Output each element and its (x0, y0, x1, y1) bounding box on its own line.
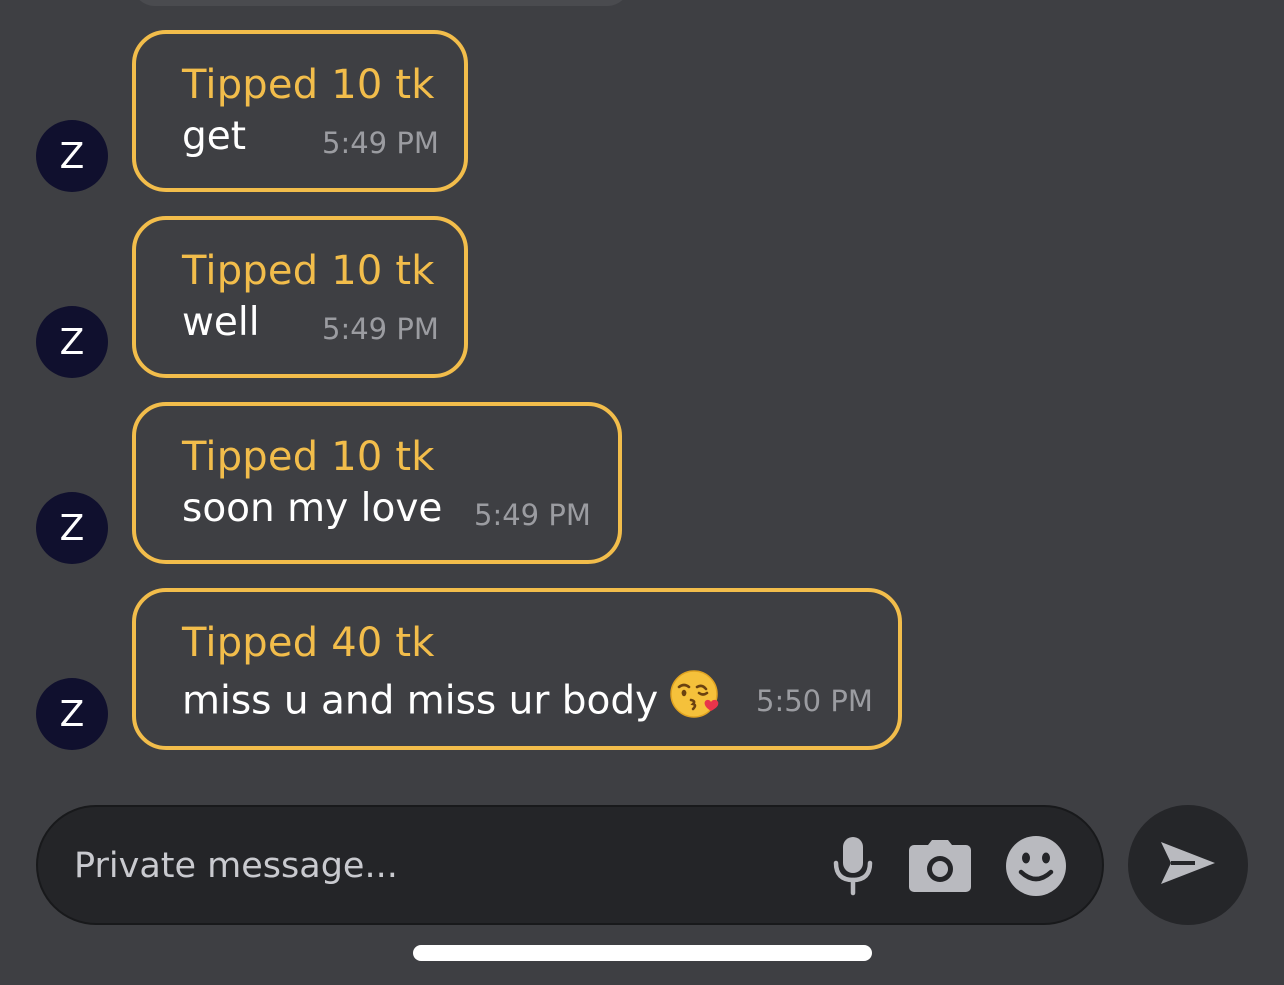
message-timestamp: 5:49 PM (322, 126, 439, 160)
avatar[interactable]: Z (36, 678, 108, 750)
tip-message-bubble[interactable]: Tipped 10 tk well 5:49 PM (132, 216, 468, 378)
tip-amount-label: Tipped 10 tk (182, 434, 435, 480)
message-timestamp: 5:49 PM (322, 312, 439, 346)
message-timestamp: 5:50 PM (756, 684, 873, 718)
tip-message-bubble[interactable]: Tipped 10 tk get 5:49 PM (132, 30, 468, 192)
previous-message-bubble (132, 0, 630, 6)
send-button[interactable] (1128, 805, 1248, 925)
send-arrow-icon (1159, 839, 1217, 891)
message-text: soon my love (182, 486, 443, 531)
home-indicator[interactable] (413, 945, 872, 961)
message-text: miss u and miss ur body (182, 670, 722, 734)
message-timestamp: 5:49 PM (474, 498, 591, 532)
tip-amount-label: Tipped 10 tk (182, 248, 435, 294)
message-text: get (182, 114, 247, 159)
kissing-face-emoji-icon (670, 668, 722, 730)
message-text: well (182, 300, 260, 345)
message-row: Z Tipped 10 tk get 5:49 PM (0, 30, 1284, 192)
message-row: Z Tipped 10 tk soon my love 5:49 PM (0, 402, 1284, 564)
message-row: Z Tipped 40 tk miss u and miss ur body 5… (0, 588, 1284, 750)
avatar[interactable]: Z (36, 306, 108, 378)
message-composer (36, 805, 1104, 925)
tip-amount-label: Tipped 10 tk (182, 62, 435, 108)
emoji-icon[interactable] (1005, 835, 1067, 897)
message-row: Z Tipped 10 tk well 5:49 PM (0, 216, 1284, 378)
chat-screen: Z Tipped 10 tk get 5:49 PM Z Tipped 10 t… (0, 0, 1284, 985)
message-text-content: miss u and miss ur body (182, 678, 659, 724)
tip-amount-label: Tipped 40 tk (182, 620, 435, 666)
avatar[interactable]: Z (36, 120, 108, 192)
camera-icon[interactable] (908, 839, 972, 893)
tip-message-bubble[interactable]: Tipped 40 tk miss u and miss ur body 5:5… (132, 588, 902, 750)
microphone-icon[interactable] (832, 835, 874, 897)
tip-message-bubble[interactable]: Tipped 10 tk soon my love 5:49 PM (132, 402, 622, 564)
private-message-input[interactable] (74, 841, 774, 891)
avatar[interactable]: Z (36, 492, 108, 564)
